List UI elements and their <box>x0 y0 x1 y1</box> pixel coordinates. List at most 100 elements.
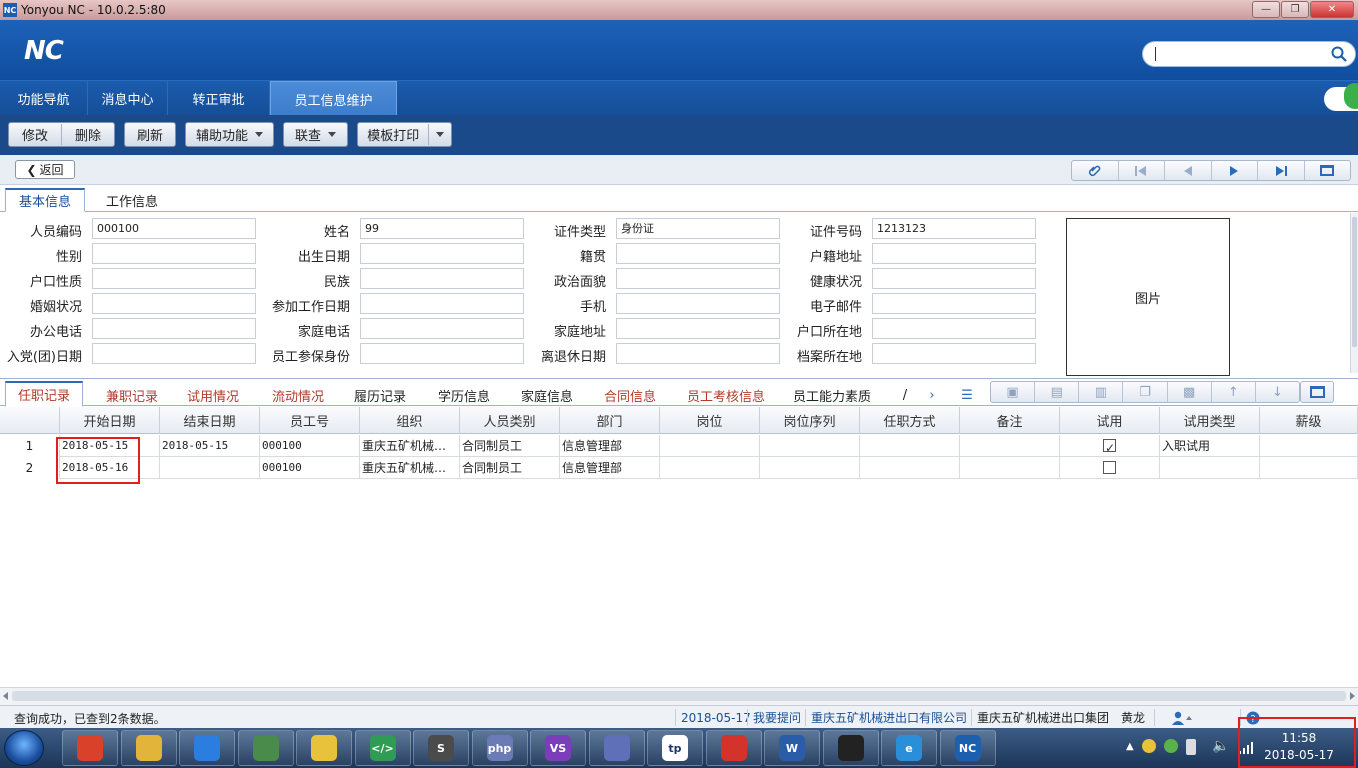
table-cell-cat[interactable]: 合同制员工 <box>460 457 560 479</box>
sublime-icon[interactable]: S <box>413 730 469 766</box>
nav-tab-regularization-approval[interactable]: 转正审批 <box>168 81 270 116</box>
table-cell-cat[interactable]: 合同制员工 <box>460 435 560 457</box>
business-date[interactable]: 2018-05-17 <box>675 709 751 726</box>
folder-icon[interactable] <box>120 730 177 766</box>
table-cell-end[interactable] <box>160 457 260 479</box>
linked-query-button[interactable]: 联查 <box>283 122 348 147</box>
field-input[interactable] <box>92 243 256 264</box>
column-header[interactable]: 岗位序列 <box>760 407 860 434</box>
table-cell-emp[interactable]: 000100 <box>260 457 360 479</box>
table-cell-grade[interactable] <box>1260 457 1358 479</box>
eclipse-icon[interactable] <box>588 730 645 766</box>
previous-record-icon[interactable] <box>1165 161 1212 180</box>
field-input[interactable] <box>872 243 1036 264</box>
table-cell-grade[interactable] <box>1260 435 1358 457</box>
column-header[interactable]: 结束日期 <box>160 407 260 434</box>
sub-tab[interactable]: 履历记录 <box>342 383 418 407</box>
visual-studio-icon[interactable]: VS <box>530 730 586 766</box>
sub-tab[interactable]: 员工考核信息 <box>674 383 778 407</box>
thinkphp-icon[interactable]: tp <box>647 730 703 766</box>
edit-button[interactable]: 修改 <box>9 125 61 144</box>
field-input[interactable]: 000100 <box>92 218 256 239</box>
table-cell-pos[interactable] <box>660 435 760 457</box>
insert-row-icon[interactable]: ▤ <box>1035 382 1080 402</box>
table-cell-dept[interactable]: 信息管理部 <box>560 457 660 479</box>
paste-row-icon[interactable]: ▩ <box>1168 382 1212 402</box>
maximize-window-icon[interactable] <box>1305 161 1351 180</box>
trial-checkbox-cell[interactable] <box>1060 457 1160 479</box>
field-input[interactable] <box>92 268 256 289</box>
side-panel-toggle[interactable] <box>1324 83 1358 111</box>
nav-tab-function-navigation[interactable]: 功能导航 <box>0 81 88 116</box>
security-tray-icon[interactable] <box>1164 739 1178 753</box>
field-input[interactable] <box>872 343 1036 364</box>
column-header[interactable]: 部门 <box>560 407 660 434</box>
column-header[interactable]: 员工号 <box>260 407 360 434</box>
chrome-icon[interactable] <box>62 730 118 766</box>
tab-list-icon[interactable]: ☰ <box>956 383 978 407</box>
sub-tab[interactable]: 任职记录 <box>5 381 83 407</box>
qq-icon[interactable] <box>822 730 879 766</box>
sub-tab[interactable]: 流动情况 <box>258 383 338 407</box>
field-input[interactable] <box>92 293 256 314</box>
user-menu-icon[interactable] <box>1154 709 1204 726</box>
sub-tab[interactable]: 兼职记录 <box>94 383 170 407</box>
field-input[interactable] <box>872 293 1036 314</box>
table-cell-pos[interactable] <box>660 457 760 479</box>
nav-tab-employee-info[interactable]: 员工信息维护 <box>270 81 397 116</box>
table-cell-seq[interactable] <box>760 435 860 457</box>
maximize-table-icon[interactable] <box>1300 381 1334 403</box>
field-input[interactable] <box>92 318 256 339</box>
column-header[interactable]: 人员类别 <box>460 407 560 434</box>
add-row-icon[interactable]: ▣ <box>991 382 1036 402</box>
sub-tab[interactable]: 合同信息 <box>590 383 670 407</box>
next-record-icon[interactable] <box>1212 161 1258 180</box>
attachment-icon[interactable] <box>1072 161 1119 180</box>
table-cell-trial_type[interactable]: 入职试用 <box>1160 435 1260 457</box>
close-button[interactable]: ✕ <box>1310 1 1354 18</box>
employee-photo[interactable]: 图片 <box>1066 218 1230 376</box>
refresh-button[interactable]: 刷新 <box>124 122 176 147</box>
form-scrollbar[interactable] <box>1350 213 1358 373</box>
tab-basic-info[interactable]: 基本信息 <box>5 188 85 212</box>
nav-tab-message-center[interactable]: 消息中心 <box>88 81 168 116</box>
back-button[interactable]: ❮ 返回 <box>15 160 75 179</box>
table-cell-note[interactable] <box>960 435 1060 457</box>
column-header[interactable]: 薪级 <box>1260 407 1358 434</box>
sub-tab[interactable]: 家庭信息 <box>506 383 588 407</box>
ie-icon[interactable]: e <box>881 730 937 766</box>
last-record-icon[interactable] <box>1258 161 1305 180</box>
table-cell-mode[interactable] <box>860 457 960 479</box>
sub-tab[interactable]: 试用情况 <box>176 383 250 407</box>
field-input[interactable] <box>872 318 1036 339</box>
delete-row-icon[interactable]: ▥ <box>1079 382 1124 402</box>
field-input[interactable] <box>872 268 1036 289</box>
current-company[interactable]: 重庆五矿机械进出口有限公司 <box>805 709 967 726</box>
first-record-icon[interactable] <box>1119 161 1165 180</box>
column-header[interactable]: 开始日期 <box>60 407 160 434</box>
sub-tab[interactable]: 员工能力素质 <box>784 383 880 407</box>
assist-function-button[interactable]: 辅助功能 <box>185 122 274 147</box>
table-cell-org[interactable]: 重庆五矿机械… <box>360 435 460 457</box>
start-button[interactable] <box>4 730 44 766</box>
code-editor-icon[interactable]: </> <box>354 730 411 766</box>
column-header[interactable]: 试用 <box>1060 407 1160 434</box>
move-up-icon[interactable]: ↑ <box>1212 382 1256 402</box>
trial-checkbox[interactable] <box>1103 437 1116 457</box>
ruby-icon[interactable] <box>705 730 762 766</box>
column-header[interactable]: 试用类型 <box>1160 407 1260 434</box>
network-icon[interactable] <box>237 730 294 766</box>
move-down-icon[interactable]: ↓ <box>1256 382 1299 402</box>
template-print-button[interactable]: 模板打印 <box>358 125 428 144</box>
ask-question-link[interactable]: 我要提问 <box>747 709 801 726</box>
table-cell-note[interactable] <box>960 457 1060 479</box>
table-cell-end[interactable]: 2018-05-15 <box>160 435 260 457</box>
column-header[interactable]: 组织 <box>360 407 460 434</box>
trial-checkbox[interactable] <box>1103 461 1116 474</box>
usb-tray-icon[interactable] <box>1186 739 1196 755</box>
template-print-dropdown[interactable] <box>429 132 451 137</box>
more-tabs-icon[interactable]: › <box>922 383 942 407</box>
table-row[interactable]: 2 2018-05-16 000100 重庆五矿机械… 合同制员工 信息管理部 <box>0 457 1358 479</box>
field-input[interactable] <box>92 343 256 364</box>
search-input[interactable] <box>1142 41 1356 67</box>
